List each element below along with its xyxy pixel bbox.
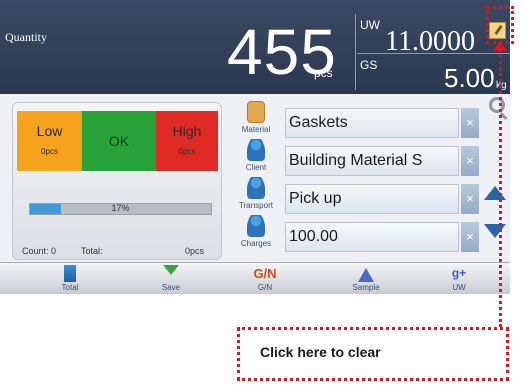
low-count: 0pcs bbox=[41, 147, 58, 156]
gross-net-button-label: G/N bbox=[257, 283, 273, 292]
gross-net-button[interactable]: G/N G/N bbox=[235, 265, 295, 295]
charges-field[interactable]: 100.00 bbox=[285, 222, 459, 252]
transport-person-icon bbox=[247, 177, 265, 199]
charges-button[interactable]: Charges bbox=[233, 213, 279, 251]
unit-weight-button[interactable]: g+ UW bbox=[429, 265, 489, 295]
client-field[interactable]: Building Material S bbox=[285, 146, 459, 176]
client-caption: Client bbox=[245, 163, 267, 172]
transport-button[interactable]: Transport bbox=[233, 175, 279, 213]
scroll-down-icon[interactable] bbox=[484, 224, 506, 238]
sample-pyramid-icon bbox=[358, 265, 374, 282]
material-clear-button[interactable]: × bbox=[461, 108, 479, 138]
scroll-up-icon[interactable] bbox=[484, 186, 506, 200]
material-caption: Material bbox=[241, 125, 271, 134]
bottom-toolbar: Total Save G/N G/N Sample g+ UW bbox=[0, 262, 510, 294]
annotation-leader-line bbox=[499, 44, 502, 327]
quantity-label: Quantity bbox=[5, 30, 47, 44]
high-count: 0pcs bbox=[178, 147, 196, 156]
high-label: High bbox=[172, 123, 202, 139]
client-person-icon bbox=[247, 139, 265, 161]
charges-caption: Charges bbox=[240, 239, 272, 248]
unit-weight-value: 11.0000 bbox=[385, 26, 475, 57]
ok-label: OK bbox=[108, 133, 130, 149]
search-icon[interactable] bbox=[489, 97, 505, 113]
client-clear-button[interactable]: × bbox=[461, 146, 479, 176]
material-field[interactable]: Gaskets bbox=[285, 108, 459, 138]
header-divider bbox=[355, 14, 356, 90]
sample-button[interactable]: Sample bbox=[336, 265, 396, 295]
progress-text: 17% bbox=[111, 203, 130, 213]
gross-net-icon: G/N bbox=[253, 266, 277, 281]
low-zone: Low 0pcs bbox=[17, 111, 82, 171]
annotation-highlight bbox=[486, 6, 514, 44]
unit-weight-label: UW bbox=[360, 18, 380, 32]
charges-clear-button[interactable]: × bbox=[461, 222, 479, 252]
unit-weight-button-label: UW bbox=[452, 283, 466, 292]
save-button[interactable]: Save bbox=[141, 265, 201, 295]
annotation-text: Click here to clear bbox=[260, 344, 381, 360]
annotation-box: Click here to clear bbox=[237, 327, 509, 381]
material-button[interactable]: Material bbox=[233, 99, 279, 137]
save-download-icon bbox=[163, 265, 179, 282]
transport-caption: Transport bbox=[239, 201, 273, 210]
gross-value: 5.00 bbox=[444, 63, 495, 93]
total-icon bbox=[64, 265, 76, 282]
gross-label: GS bbox=[360, 58, 378, 72]
client-button[interactable]: Client bbox=[233, 137, 279, 175]
high-zone: High 0pcs bbox=[156, 111, 218, 171]
total-button[interactable]: Total bbox=[40, 265, 100, 295]
charges-person-icon bbox=[247, 215, 265, 237]
ok-zone: OK bbox=[82, 111, 156, 171]
weight-header: Quantity 455 pcs UW 11.0000 GS 5.00 kg bbox=[0, 0, 510, 94]
quantity-unit: pcs bbox=[314, 66, 333, 80]
unit-weight-icon: g+ bbox=[451, 266, 467, 280]
sample-button-label: Sample bbox=[352, 283, 380, 292]
count-label: Count: 0 bbox=[22, 246, 57, 256]
main-panel: Low 0pcs OK High 0pcs 17% Count: 0 Total… bbox=[0, 94, 510, 289]
total-value: 0pcs bbox=[185, 246, 205, 256]
save-button-label: Save bbox=[161, 283, 181, 292]
transport-clear-button[interactable]: × bbox=[461, 184, 479, 214]
progress-bar: 17% bbox=[29, 203, 212, 215]
total-button-label: Total bbox=[61, 283, 79, 292]
transport-field[interactable]: Pick up bbox=[285, 184, 459, 214]
checkweigh-status-panel: Low 0pcs OK High 0pcs 17% Count: 0 Total… bbox=[12, 102, 222, 260]
annotation-arrow-icon bbox=[493, 41, 507, 51]
low-label: Low bbox=[36, 123, 63, 139]
total-label: Total: bbox=[81, 246, 103, 256]
material-box-icon bbox=[247, 101, 265, 123]
